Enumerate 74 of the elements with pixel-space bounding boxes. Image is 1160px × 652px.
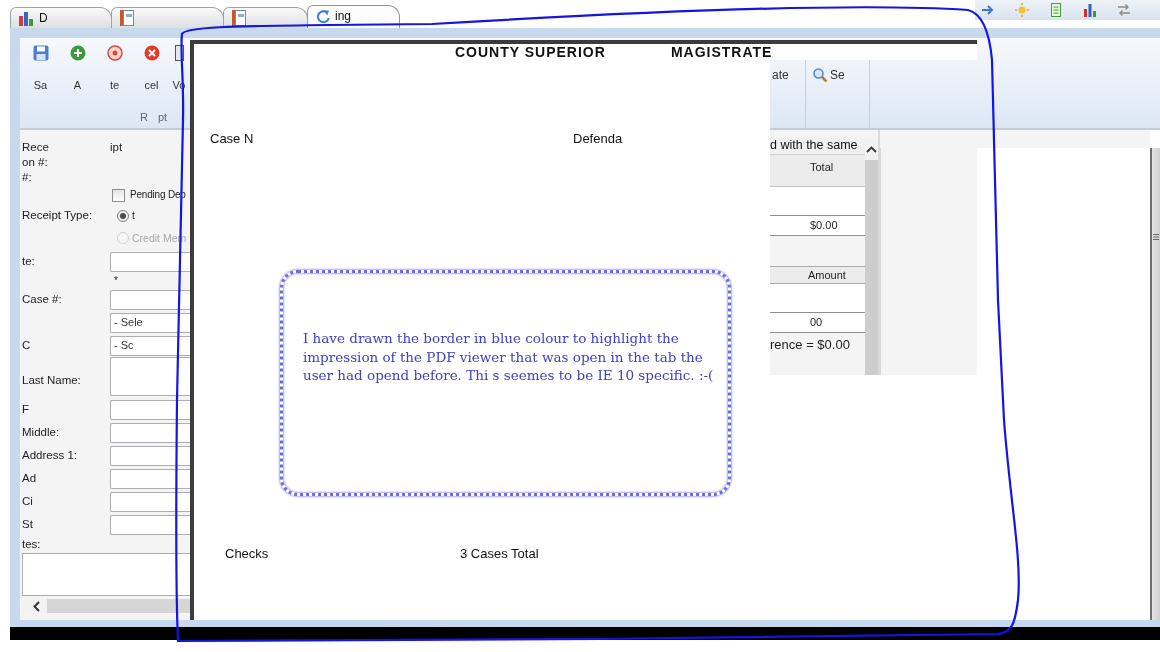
field-label: Address 1: [22, 448, 77, 461]
tab[interactable] [111, 7, 224, 28]
group-label: R [140, 111, 148, 125]
vertical-scrollbar[interactable] [1150, 148, 1160, 620]
document-icon [174, 45, 184, 61]
chevron-up-icon [866, 145, 877, 153]
ribbon-button[interactable]: ate [770, 67, 805, 83]
column-header: Total [810, 161, 834, 173]
text-field[interactable] [110, 289, 190, 310]
cancel-icon [143, 45, 160, 61]
column-header: Amount [808, 269, 846, 281]
add-button[interactable]: A [59, 45, 96, 95]
report-label: 3 Cases Total [460, 546, 539, 562]
required-mark: * [114, 275, 118, 287]
field-label: F [22, 402, 30, 415]
text-field[interactable] [110, 468, 190, 489]
text-field[interactable] [110, 399, 190, 420]
grip-icon [1153, 234, 1159, 240]
amount-value: $0.00 [810, 219, 838, 231]
field-label: Ci [22, 494, 33, 507]
field-label: tes: [22, 537, 41, 552]
report-label: Case N [210, 131, 254, 147]
arrows-icon[interactable] [1117, 3, 1131, 17]
notes-field[interactable] [22, 553, 190, 596]
tab[interactable]: D [10, 7, 112, 28]
chevron-left-icon [33, 600, 40, 612]
text-field[interactable] [110, 422, 190, 443]
field-label: Last Name: [22, 374, 81, 387]
radio-button[interactable] [117, 210, 129, 222]
report-label: Checks [225, 546, 269, 562]
circle-dot-icon [106, 45, 123, 61]
save-icon [32, 45, 49, 61]
field-label: Ad [22, 471, 37, 484]
save-button[interactable]: Sa [22, 45, 59, 95]
summary-text: rence = $0.00 [770, 336, 851, 354]
grid-title: d with the same [770, 138, 865, 155]
checkbox[interactable] [112, 188, 125, 202]
field-label: #: [22, 170, 32, 183]
refresh-icon [316, 9, 330, 23]
field-label: Case #: [22, 292, 62, 305]
field-value: ipt [110, 140, 123, 155]
textarea-field[interactable] [110, 357, 190, 396]
plus-circle-icon [69, 45, 86, 61]
radio-label: t [132, 210, 135, 222]
cancel-button[interactable]: cel [133, 45, 170, 95]
group-label: pt [157, 111, 168, 125]
field-label: C [22, 338, 31, 351]
vertical-scrollbar[interactable] [865, 138, 878, 375]
field-label: Rece [22, 140, 49, 153]
field-label: St [22, 517, 33, 530]
report-label: Defenda [573, 131, 623, 147]
date-field[interactable] [110, 251, 190, 272]
delete-button[interactable]: te [96, 45, 133, 95]
select-field[interactable]: - Sc [110, 335, 190, 356]
field-label: on #: [22, 155, 48, 168]
report-title: MAGISTRATE [670, 44, 773, 60]
select-field[interactable]: - Sele [110, 312, 190, 333]
field-label: te: [22, 254, 35, 267]
arrow-icon[interactable] [981, 3, 995, 17]
chart-icon[interactable] [1083, 3, 1097, 17]
field-label: Middle: [22, 425, 60, 438]
callout-text: I have drawn the border in blue colour to highlight the impression of the PDF viewer that was open in the tab the user had opend before. Thi s seemes to be IE 10 specific. :-( [303, 329, 715, 385]
bar-chart-icon [19, 10, 34, 26]
search-icon [813, 68, 827, 82]
field-label: Receipt Type: [22, 209, 93, 222]
document-icon [232, 10, 246, 26]
page-icon[interactable] [1049, 3, 1063, 17]
text-field[interactable] [110, 514, 190, 535]
document-icon [120, 10, 134, 26]
search-button[interactable]: Se [811, 67, 869, 83]
amount-value: 00 [810, 316, 823, 328]
text-field[interactable] [110, 491, 190, 512]
text-field[interactable] [110, 445, 190, 466]
report-title: COUNTY SUPERIOR [455, 44, 606, 60]
